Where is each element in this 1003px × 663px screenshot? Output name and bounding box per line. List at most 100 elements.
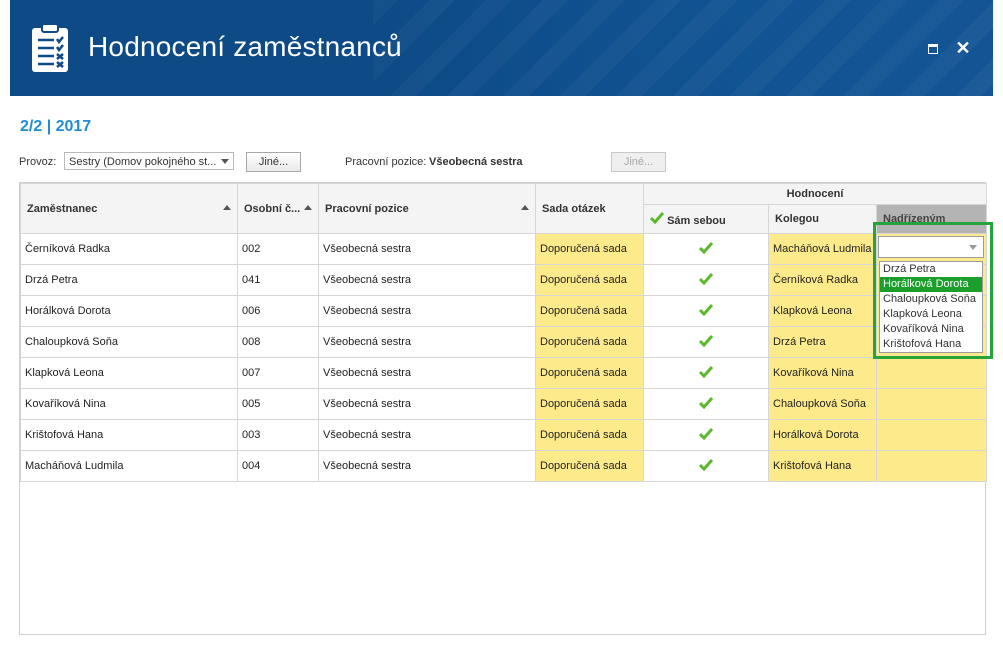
cell-self[interactable] <box>643 388 769 420</box>
cell-employee[interactable]: Kovaříková Nina <box>20 388 238 420</box>
cell-self[interactable] <box>643 295 769 327</box>
cell-self[interactable] <box>643 419 769 451</box>
cell-question-set[interactable]: Doporučená sada <box>535 264 644 296</box>
cell-personal-no[interactable]: 002 <box>237 233 319 265</box>
cell-job-position[interactable]: Všeobecná sestra <box>318 357 536 389</box>
position-value: Všeobecná sestra <box>429 156 523 168</box>
provoz-select-value: Sestry (Domov pokojného st... <box>69 156 217 168</box>
cell-job-position[interactable]: Všeobecná sestra <box>318 233 536 265</box>
cell-employee[interactable]: Klapková Leona <box>20 357 238 389</box>
dropdown-option[interactable]: Drzá Petra <box>880 262 982 277</box>
cell-personal-no[interactable]: 007 <box>237 357 319 389</box>
period-label: 2/2 | 2017 <box>20 118 92 135</box>
close-button[interactable]: ✕ <box>953 38 973 58</box>
dropdown-option[interactable]: Chaloupková Soňa <box>880 292 982 307</box>
position-other-button: Jiné... <box>611 152 666 172</box>
superior-combo-input[interactable] <box>878 236 984 258</box>
maximize-button[interactable] <box>923 38 943 58</box>
chevron-down-icon[interactable] <box>969 245 977 250</box>
cell-job-position[interactable]: Všeobecná sestra <box>318 450 536 482</box>
title-bar-pattern <box>373 0 993 96</box>
checkmark-icon <box>699 427 713 440</box>
cell-employee[interactable]: Horálková Dorota <box>20 295 238 327</box>
table-row[interactable]: Macháňová Ludmila 004 Všeobecná sestra Dopo… <box>20 450 987 482</box>
superior-dropdown-list: Drzá Petra Horálková Dorota Chaloupková So… <box>879 261 983 353</box>
cell-self[interactable] <box>643 357 769 389</box>
cell-question-set[interactable]: Doporučená sada <box>535 233 644 265</box>
cell-job-position[interactable]: Všeobecná sestra <box>318 326 536 358</box>
cell-personal-no[interactable]: 006 <box>237 295 319 327</box>
cell-colleague[interactable]: Kovaříková Nina <box>768 357 877 389</box>
cell-personal-no[interactable]: 004 <box>237 450 319 482</box>
title-bar: Hodnocení zaměstnanců <box>10 0 993 96</box>
cell-personal-no[interactable]: 041 <box>237 264 319 296</box>
cell-question-set[interactable]: Doporučená sada <box>535 357 644 389</box>
checkmark-icon <box>699 458 713 471</box>
table-row[interactable]: Chaloupková Soňa 008 Všeobecná sestra Dopor… <box>20 326 987 358</box>
cell-question-set[interactable]: Doporučená sada <box>535 388 644 420</box>
dropdown-option[interactable]: Klapková Leona <box>880 307 982 322</box>
provoz-select[interactable]: Sestry (Domov pokojného st... <box>64 152 234 170</box>
cell-colleague[interactable]: Macháňová Ludmila <box>768 233 877 265</box>
table-row[interactable]: Drzá Petra 041 Všeobecná sestra Doporučená … <box>20 264 987 296</box>
column-header-colleague[interactable]: Kolegou <box>768 204 877 234</box>
cell-employee[interactable]: Macháňová Ludmila <box>20 450 238 482</box>
cell-colleague[interactable]: Klapková Leona <box>768 295 877 327</box>
provoz-label: Provoz: <box>19 156 57 168</box>
cell-employee[interactable]: Chaloupková Soňa <box>20 326 238 358</box>
cell-personal-no[interactable]: 003 <box>237 419 319 451</box>
maximize-icon <box>928 44 938 54</box>
cell-job-position[interactable]: Všeobecná sestra <box>318 388 536 420</box>
cell-employee[interactable]: Drzá Petra <box>20 264 238 296</box>
dropdown-option[interactable]: Horálková Dorota <box>880 277 982 292</box>
sort-asc-icon <box>521 205 529 210</box>
table-row[interactable]: Krištofová Hana 003 Všeobecná sestra Doporu… <box>20 419 987 451</box>
dropdown-option[interactable]: Kovaříková Nina <box>880 322 982 337</box>
cell-self[interactable] <box>643 450 769 482</box>
cell-personal-no[interactable]: 005 <box>237 388 319 420</box>
cell-superior[interactable] <box>876 450 987 482</box>
cell-self[interactable] <box>643 326 769 358</box>
table-row[interactable]: Horálková Dorota 006 Všeobecná sestra Dopor… <box>20 295 987 327</box>
cell-employee[interactable]: Černíková Radka <box>20 233 238 265</box>
cell-superior[interactable] <box>876 357 987 389</box>
cell-colleague[interactable]: Horálková Dorota <box>768 419 877 451</box>
dropdown-option[interactable]: Krištofová Hana <box>880 337 982 352</box>
table-row[interactable]: Kovaříková Nina 005 Všeobecná sestra Doporu… <box>20 388 987 420</box>
window-title: Hodnocení zaměstnanců <box>88 31 402 62</box>
chevron-down-icon <box>221 159 229 164</box>
checkmark-icon <box>650 211 664 224</box>
cell-personal-no[interactable]: 008 <box>237 326 319 358</box>
checkmark-icon <box>699 272 713 285</box>
cell-job-position[interactable]: Všeobecná sestra <box>318 264 536 296</box>
column-header-personal-no[interactable]: Osobní č... <box>237 183 319 234</box>
cell-question-set[interactable]: Doporučená sada <box>535 419 644 451</box>
cell-colleague[interactable]: Chaloupková Soňa <box>768 388 877 420</box>
cell-question-set[interactable]: Doporučená sada <box>535 295 644 327</box>
cell-self[interactable] <box>643 264 769 296</box>
cell-job-position[interactable]: Všeobecná sestra <box>318 419 536 451</box>
table-row[interactable]: Černíková Radka 002 Všeobecná sestra Doporu… <box>20 233 987 265</box>
checkmark-icon <box>699 396 713 409</box>
sort-asc-icon <box>223 205 231 210</box>
column-header-self[interactable]: Sám sebou <box>643 204 769 234</box>
cell-colleague[interactable]: Krištofová Hana <box>768 450 877 482</box>
cell-self[interactable] <box>643 233 769 265</box>
table-row[interactable]: Klapková Leona 007 Všeobecná sestra Doporuč… <box>20 357 987 389</box>
column-header-question-set[interactable]: Sada otázek <box>535 183 644 234</box>
cell-superior[interactable] <box>876 388 987 420</box>
cell-employee[interactable]: Krištofová Hana <box>20 419 238 451</box>
checkmark-icon <box>699 365 713 378</box>
column-header-job-position[interactable]: Pracovní pozice <box>318 183 536 234</box>
cell-job-position[interactable]: Všeobecná sestra <box>318 295 536 327</box>
cell-colleague[interactable]: Drzá Petra <box>768 326 877 358</box>
cell-colleague[interactable]: Černíková Radka <box>768 264 877 296</box>
cell-question-set[interactable]: Doporučená sada <box>535 326 644 358</box>
cell-question-set[interactable]: Doporučená sada <box>535 450 644 482</box>
employee-grid: Zaměstnanec Osobní č... Pracovní pozice … <box>19 182 987 635</box>
column-header-employee[interactable]: Zaměstnanec <box>20 183 238 234</box>
sort-asc-icon <box>304 205 312 210</box>
provoz-other-button[interactable]: Jiné... <box>246 152 301 172</box>
cell-superior[interactable] <box>876 419 987 451</box>
checkmark-icon <box>699 334 713 347</box>
